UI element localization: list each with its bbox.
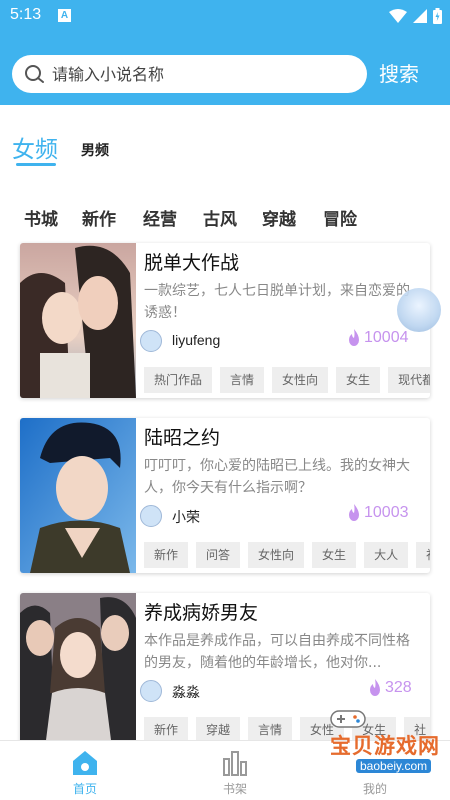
author-name: 淼淼 <box>172 684 200 700</box>
tag[interactable]: 新作 <box>144 542 189 568</box>
nav-bookshelf-label: 书架 <box>222 782 247 796</box>
tag[interactable]: 女性向 <box>272 367 329 393</box>
nav-home-label: 首页 <box>72 782 97 796</box>
flame-icon <box>370 679 380 696</box>
status-time: 5:13 <box>10 6 42 23</box>
hot-count: 10003 <box>364 504 409 521</box>
category-tab[interactable]: 新作 <box>82 205 116 230</box>
header-bar: 5:13 A 搜索 <box>0 0 450 105</box>
signal-icon <box>413 9 427 23</box>
hot-count: 10004 <box>364 329 409 346</box>
category-tab[interactable]: 古风 <box>203 205 237 230</box>
category-tab[interactable]: 冒险 <box>323 205 357 230</box>
hot-count: 328 <box>385 679 412 696</box>
tag[interactable]: 女生 <box>312 542 357 568</box>
gender-tabs: 女频 男频 <box>0 130 450 170</box>
author-name: 小荣 <box>172 509 200 525</box>
category-tab[interactable]: 书城 <box>24 205 58 230</box>
watermark-text: 宝贝游戏网 <box>330 734 440 758</box>
book-description: 一款综艺，七人七日脱单计划，来自恋爱的诱惑！ <box>144 283 410 321</box>
tab-male[interactable]: 男频 <box>81 140 109 160</box>
author-avatar <box>140 330 162 352</box>
tab-indicator <box>16 163 56 166</box>
status-bar: 5:13 A <box>0 0 450 32</box>
tag[interactable]: 社 <box>416 542 430 568</box>
nav-mine-label: 我的 <box>362 782 387 796</box>
battery-icon <box>433 8 442 24</box>
tag[interactable]: 女性向 <box>248 542 305 568</box>
book-card[interactable]: 脱单大作战 一款综艺，七人七日脱单计划，来自恋爱的诱惑！ liyufeng 10… <box>20 243 430 398</box>
flame-icon <box>349 329 359 346</box>
tag[interactable]: 言情 <box>220 367 265 393</box>
author-avatar <box>140 680 162 702</box>
book-description: 本作品是养成作品，可以自由养成不同性格的男友，随着他的年龄增长，他对你... <box>144 633 410 671</box>
gamepad-icon <box>330 710 366 728</box>
tag[interactable]: 问答 <box>196 542 241 568</box>
author-avatar <box>140 505 162 527</box>
watermark-logo: 宝贝游戏网 baobeiy.com <box>330 710 445 782</box>
category-tab[interactable]: 穿越 <box>262 205 296 230</box>
tag[interactable]: 大人 <box>364 542 409 568</box>
notification-icon: A <box>58 9 71 22</box>
tag[interactable]: 现代都 <box>388 367 430 393</box>
book-cover-image <box>20 418 136 573</box>
flame-icon <box>349 504 359 521</box>
tab-female[interactable]: 女频 <box>12 130 58 164</box>
book-cover-image <box>20 593 136 748</box>
nav-bookshelf[interactable]: 书架 <box>190 741 280 800</box>
home-icon <box>73 751 97 775</box>
tag-list: 新作问答女性向女生大人社 <box>144 542 430 568</box>
tag-list: 热门作品 言情 女性向 女生 现代都 <box>144 367 430 393</box>
search-button[interactable]: 搜索 <box>379 58 419 87</box>
book-card[interactable]: 陆昭之约 叮叮叮，你心爱的陆昭已上线。我的女神大人，你今天有什么指示啊？ 小荣 … <box>20 418 430 573</box>
tag[interactable]: 女生 <box>336 367 381 393</box>
book-title: 养成病娇男友 <box>144 602 259 624</box>
book-title: 脱单大作战 <box>144 252 240 274</box>
author-name: liyufeng <box>172 332 221 348</box>
floating-avatar-button[interactable] <box>397 288 441 332</box>
book-title: 陆昭之约 <box>144 427 221 449</box>
tag[interactable]: 热门作品 <box>144 367 213 393</box>
status-icons <box>389 6 442 26</box>
watermark-url: baobeiy.com <box>356 759 432 773</box>
category-tabs: 书城 新作 经营 古风 穿越 冒险 <box>0 205 450 231</box>
book-cover-image <box>20 243 136 398</box>
category-tab[interactable]: 经营 <box>143 205 177 230</box>
search-icon <box>25 65 44 83</box>
nav-home[interactable]: 首页 <box>40 741 130 800</box>
wifi-icon <box>389 9 407 23</box>
bookshelf-icon <box>223 751 247 776</box>
search-box[interactable] <box>12 55 367 93</box>
search-input[interactable] <box>52 55 352 93</box>
book-description: 叮叮叮，你心爱的陆昭已上线。我的女神大人，你今天有什么指示啊？ <box>144 458 410 496</box>
